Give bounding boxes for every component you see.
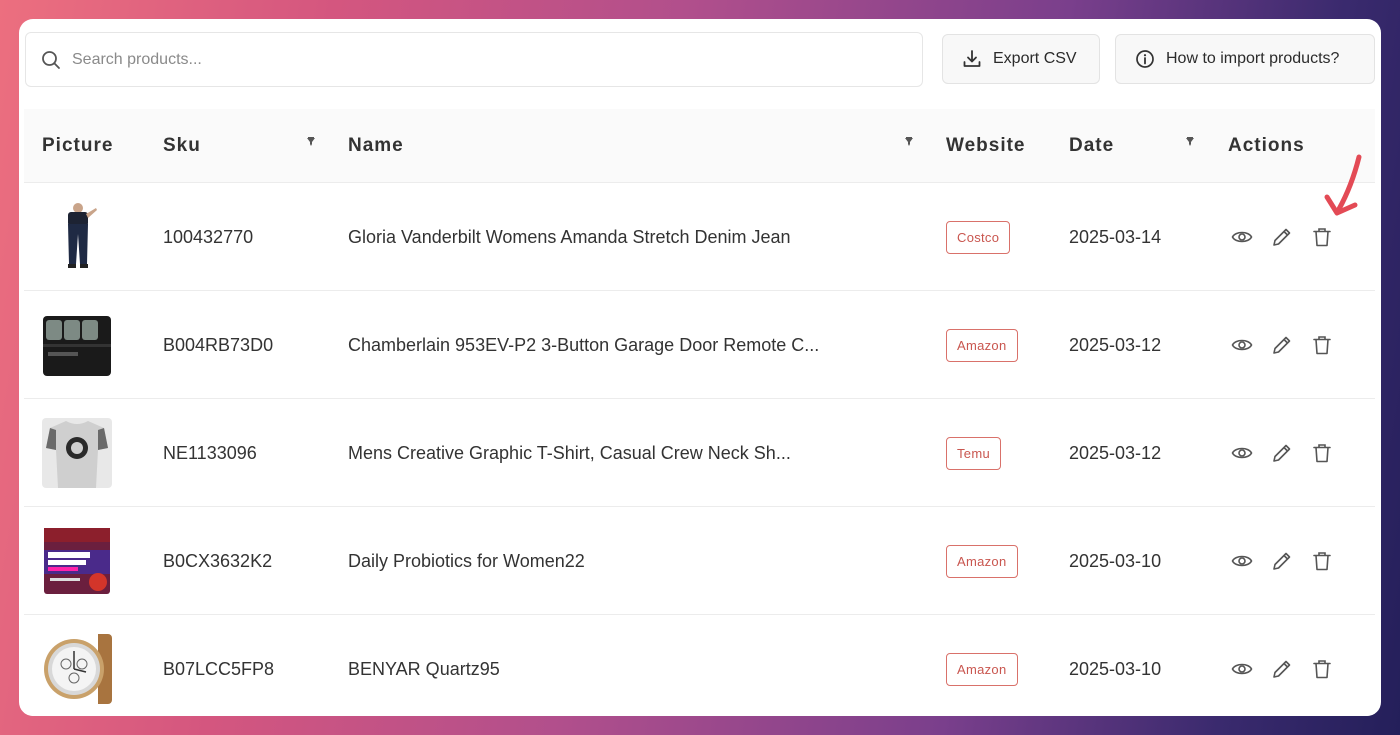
view-icon[interactable] <box>1231 226 1253 248</box>
date-cell: 2025-03-10 <box>1069 550 1162 571</box>
edit-icon[interactable] <box>1271 550 1293 572</box>
delete-icon[interactable] <box>1311 658 1333 680</box>
sku-cell: B07LCC5FP8 <box>163 658 275 679</box>
sort-date-icon[interactable] <box>1185 137 1195 151</box>
export-csv-label: Export CSV <box>993 50 1077 67</box>
name-cell: Mens Creative Graphic T-Shirt, Casual Cr… <box>348 442 791 463</box>
name-cell: Chamberlain 953EV-P2 3-Button Garage Doo… <box>348 334 820 355</box>
table-row[interactable]: NE1133096 Mens Creative Graphic T-Shirt,… <box>24 399 1375 507</box>
column-actions: Actions <box>1228 135 1305 156</box>
delete-icon[interactable] <box>1311 442 1333 464</box>
name-cell: Daily Probiotics for Women22 <box>348 550 585 571</box>
product-thumbnail <box>42 310 112 380</box>
name-cell: Gloria Vanderbilt Womens Amanda Stretch … <box>348 226 791 247</box>
table-row[interactable]: 100432770 Gloria Vanderbilt Womens Amand… <box>24 183 1375 291</box>
website-badge: Amazon <box>946 328 1018 362</box>
annotation-arrow-icon <box>1324 154 1362 216</box>
delete-icon[interactable] <box>1311 550 1333 572</box>
download-icon <box>961 48 983 70</box>
delete-icon[interactable] <box>1311 334 1333 356</box>
column-date[interactable]: Date <box>1069 109 1114 183</box>
website-badge: Temu <box>946 436 1001 470</box>
toolbar: Export CSV How to import products? <box>19 19 1381 109</box>
website-badge: Amazon <box>946 652 1018 686</box>
website-badge: Costco <box>946 220 1011 254</box>
product-thumbnail <box>42 418 112 488</box>
sort-name-icon[interactable] <box>904 137 914 151</box>
products-window: Export CSV How to import products? Pictu… <box>19 19 1381 716</box>
product-thumbnail <box>42 634 112 704</box>
info-icon <box>1134 48 1156 70</box>
how-to-import-label: How to import products? <box>1166 50 1340 67</box>
search-icon <box>40 49 62 71</box>
view-icon[interactable] <box>1231 334 1253 356</box>
export-csv-button[interactable]: Export CSV <box>942 34 1100 84</box>
edit-icon[interactable] <box>1271 226 1293 248</box>
website-badge: Amazon <box>946 544 1018 578</box>
name-cell: BENYAR Quartz95 <box>348 658 500 679</box>
date-cell: 2025-03-10 <box>1069 658 1162 679</box>
sort-sku-icon[interactable] <box>306 137 316 151</box>
search-box[interactable] <box>25 32 923 87</box>
sku-cell: NE1133096 <box>163 442 257 463</box>
sku-cell: B004RB73D0 <box>163 334 274 355</box>
edit-icon[interactable] <box>1271 334 1293 356</box>
how-to-import-button[interactable]: How to import products? <box>1115 34 1375 84</box>
column-picture: Picture <box>42 135 114 156</box>
view-icon[interactable] <box>1231 442 1253 464</box>
products-table: Picture Sku Name Website Date Actions 10… <box>24 109 1375 716</box>
search-input[interactable] <box>72 50 872 69</box>
product-thumbnail <box>42 202 112 272</box>
date-cell: 2025-03-12 <box>1069 442 1162 463</box>
edit-icon[interactable] <box>1271 658 1293 680</box>
product-thumbnail <box>42 526 112 596</box>
table-row[interactable]: B004RB73D0 Chamberlain 953EV-P2 3-Button… <box>24 291 1375 399</box>
column-website[interactable]: Website <box>946 109 1026 183</box>
sku-cell: B0CX3632K2 <box>163 550 273 571</box>
table-header: Picture Sku Name Website Date Actions <box>24 109 1375 183</box>
sku-cell: 100432770 <box>163 226 254 247</box>
table-row[interactable]: B0CX3632K2 Daily Probiotics for Women22 … <box>24 507 1375 615</box>
delete-icon[interactable] <box>1311 226 1333 248</box>
date-cell: 2025-03-12 <box>1069 334 1162 355</box>
view-icon[interactable] <box>1231 550 1253 572</box>
column-name[interactable]: Name <box>348 109 404 183</box>
table-row[interactable]: B07LCC5FP8 BENYAR Quartz95 Amazon 2025-0… <box>24 615 1375 716</box>
view-icon[interactable] <box>1231 658 1253 680</box>
column-sku[interactable]: Sku <box>163 109 201 183</box>
date-cell: 2025-03-14 <box>1069 226 1162 247</box>
edit-icon[interactable] <box>1271 442 1293 464</box>
